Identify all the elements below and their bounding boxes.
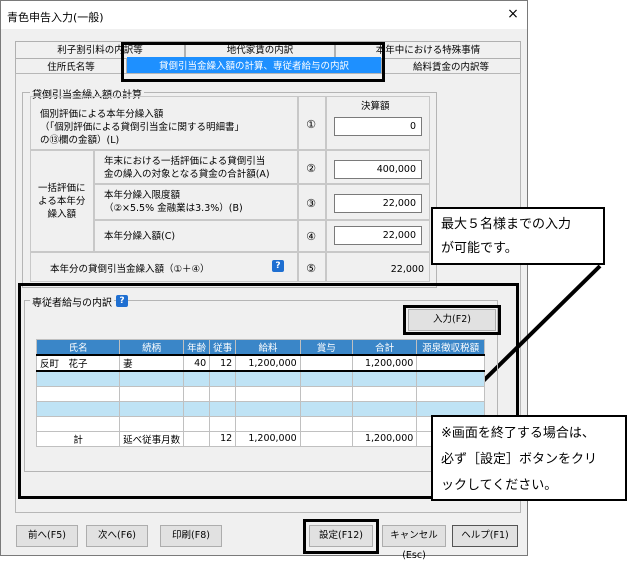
row3-label: 本年分繰入限度額 （②×5.5% 金融業は3.3%）(B) bbox=[104, 190, 243, 214]
col-bonus: 賞与 bbox=[299, 339, 353, 356]
row3-input[interactable]: 22,000 bbox=[334, 194, 422, 213]
close-icon[interactable]: × bbox=[504, 6, 522, 22]
column-header-settlement: 決算額 bbox=[361, 101, 390, 112]
callout-exit-note: ※画面を終了する場合は、 必ず［設定］ボタンをクリ ックしてください。 bbox=[431, 415, 627, 501]
cell-total bbox=[351, 400, 418, 417]
cell-age[interactable]: 40 bbox=[183, 354, 211, 372]
help-icon[interactable]: ? bbox=[116, 295, 128, 307]
cell-relation[interactable] bbox=[119, 400, 185, 417]
highlight-active-tab bbox=[121, 42, 385, 82]
row4-label: 本年分繰入額(C) bbox=[104, 231, 176, 242]
cancel-button[interactable]: キャンセル(Esc) bbox=[382, 525, 446, 561]
salary-table: 氏名 続柄 年齢 従事 給料 賞与 合計 源泉徴収税額 反町 花子 妻 40 1… bbox=[35, 339, 485, 447]
window-title: 青色申告入力(一般) bbox=[7, 11, 104, 24]
title-bar: 青色申告入力(一般) × bbox=[1, 1, 527, 29]
cell-months[interactable]: 12 bbox=[209, 354, 237, 372]
cell-bonus[interactable] bbox=[299, 370, 353, 387]
col-age: 年齢 bbox=[183, 339, 211, 356]
cell-salary[interactable] bbox=[235, 415, 301, 432]
row2-input[interactable]: 400,000 bbox=[334, 160, 422, 179]
cell-total bbox=[351, 415, 418, 432]
cell-age[interactable] bbox=[183, 400, 211, 417]
cell-salary[interactable] bbox=[235, 370, 301, 387]
cell-withholding[interactable] bbox=[416, 370, 485, 387]
print-button[interactable]: 印刷(F8) bbox=[160, 525, 222, 547]
cell-name[interactable] bbox=[35, 385, 121, 402]
col-salary: 給料 bbox=[235, 339, 301, 356]
cell-name[interactable] bbox=[35, 400, 121, 417]
row2-label: 年末における一括評価による貸倒引当 金の繰入の対象となる貸金の合計額(A) bbox=[104, 156, 270, 180]
row5-number: ⑤ bbox=[306, 262, 316, 275]
col-relation: 続柄 bbox=[119, 339, 185, 356]
cell-total: 1,200,000 bbox=[351, 354, 418, 372]
settings-button[interactable]: 設定(F12) bbox=[309, 525, 373, 547]
col-months: 従事 bbox=[209, 339, 237, 356]
cell-months[interactable] bbox=[209, 415, 237, 432]
col-name: 氏名 bbox=[35, 339, 121, 356]
table-row[interactable]: 反町 花子 妻 40 12 1,200,000 1,200,000 bbox=[35, 354, 485, 372]
table-row[interactable] bbox=[35, 385, 485, 402]
cell-relation[interactable] bbox=[119, 415, 185, 432]
col-total: 合計 bbox=[351, 339, 418, 356]
table-row[interactable] bbox=[35, 415, 485, 432]
total-sum: 1,200,000 bbox=[351, 430, 418, 447]
cell-months[interactable] bbox=[209, 400, 237, 417]
cell-bonus[interactable] bbox=[299, 385, 353, 402]
cell-withholding[interactable] bbox=[416, 354, 485, 372]
cell-bonus[interactable] bbox=[299, 354, 353, 372]
total-label: 計 bbox=[35, 430, 121, 447]
total-age-blank bbox=[183, 430, 211, 447]
row4-input[interactable]: 22,000 bbox=[334, 226, 422, 245]
cell-relation[interactable] bbox=[119, 385, 185, 402]
tab-label: 給料賃金の内訳等 bbox=[412, 62, 489, 73]
total-salary: 1,200,000 bbox=[235, 430, 301, 447]
total-bonus bbox=[299, 430, 353, 447]
table-row[interactable] bbox=[35, 370, 485, 387]
row3-number: ③ bbox=[306, 197, 316, 210]
row1-label: 個別評価による本年分繰入額 （「個別評価による貸倒引当金に関する明細書」 の⑬欄… bbox=[40, 109, 244, 146]
total-row: 計 延べ従事月数 12 1,200,000 1,200,000 bbox=[35, 430, 485, 447]
total-months: 12 bbox=[209, 430, 237, 447]
callout-max-five: 最大５名様までの入力 が可能です。 bbox=[431, 207, 605, 265]
help-icon[interactable]: ? bbox=[272, 260, 284, 272]
cell-age[interactable] bbox=[183, 415, 211, 432]
cell-salary[interactable]: 1,200,000 bbox=[235, 354, 301, 372]
cell-name[interactable] bbox=[35, 415, 121, 432]
cell-bonus[interactable] bbox=[299, 415, 353, 432]
cell-withholding[interactable] bbox=[416, 400, 485, 417]
tab-label: 本年中における特殊事情 bbox=[375, 45, 481, 56]
cell-months[interactable] bbox=[209, 370, 237, 387]
cell-salary[interactable] bbox=[235, 400, 301, 417]
cell-total bbox=[351, 370, 418, 387]
cell-months[interactable] bbox=[209, 385, 237, 402]
cell-age[interactable] bbox=[183, 370, 211, 387]
help-button[interactable]: ヘルプ(F1) bbox=[452, 525, 518, 547]
col-withholding: 源泉徴収税額 bbox=[416, 339, 485, 356]
cell-total bbox=[351, 385, 418, 402]
row5-value: 22,000 bbox=[390, 264, 424, 275]
table-row[interactable] bbox=[35, 400, 485, 417]
cell-salary[interactable] bbox=[235, 385, 301, 402]
total-months-label: 延べ従事月数 bbox=[119, 430, 185, 447]
next-button[interactable]: 次へ(F6) bbox=[86, 525, 148, 547]
row4-number: ④ bbox=[306, 230, 316, 243]
cell-name[interactable] bbox=[35, 370, 121, 387]
row2-number: ② bbox=[306, 162, 316, 175]
cell-name[interactable]: 反町 花子 bbox=[35, 354, 121, 372]
row5-label: 本年分の貸倒引当金繰入額（①＋④） bbox=[50, 264, 210, 275]
cell-relation[interactable] bbox=[119, 370, 185, 387]
cell-age[interactable] bbox=[183, 385, 211, 402]
row1-number: ① bbox=[306, 118, 316, 131]
tab-label: 住所氏名等 bbox=[47, 62, 95, 73]
prev-button[interactable]: 前へ(F5) bbox=[16, 525, 78, 547]
row1-input[interactable]: 0 bbox=[334, 117, 422, 136]
batch-label: 一括評価に よる本年分 繰入額 bbox=[38, 183, 86, 220]
cell-relation[interactable]: 妻 bbox=[119, 354, 185, 372]
cell-bonus[interactable] bbox=[299, 400, 353, 417]
cell-withholding[interactable] bbox=[416, 385, 485, 402]
salary-group-label: 専従者給与の内訳 bbox=[30, 294, 114, 309]
input-button[interactable]: 入力(F2) bbox=[408, 309, 496, 331]
